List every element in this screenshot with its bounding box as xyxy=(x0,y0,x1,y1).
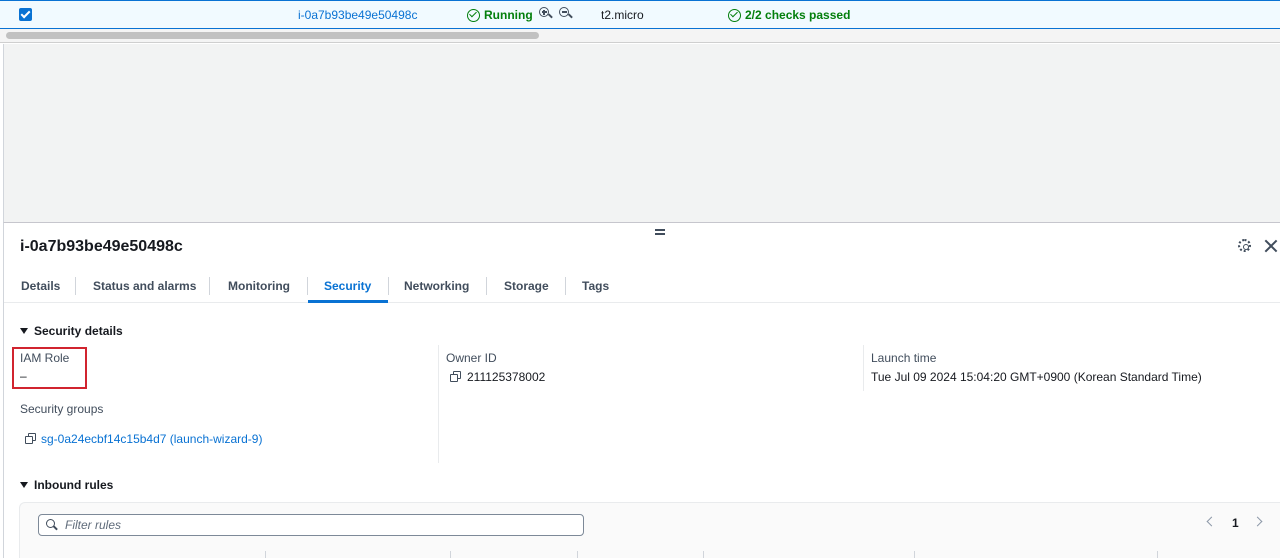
filter-rules-field[interactable] xyxy=(38,514,584,536)
caret-down-icon xyxy=(20,482,28,488)
status-check-label: 2/2 checks passed xyxy=(745,8,851,22)
instance-state: Running xyxy=(467,8,533,22)
detail-tabs: Details Status and alarms Monitoring Sec… xyxy=(4,267,1280,303)
security-details-toggle[interactable]: Security details xyxy=(20,324,123,338)
inbound-rules-table: 1 xyxy=(19,502,1280,558)
check-circle-icon xyxy=(467,8,480,22)
search-icon xyxy=(46,519,58,531)
security-group-link[interactable]: sg-0a24ecbf14c15b4d7 (launch-wizard-9) xyxy=(41,432,262,446)
active-tab-indicator xyxy=(308,300,388,303)
launch-time-value: Tue Jul 09 2024 15:04:20 GMT+0900 (Korea… xyxy=(871,370,1202,384)
caret-down-icon xyxy=(20,328,28,334)
row-checkbox[interactable] xyxy=(19,8,32,21)
tab-details[interactable]: Details xyxy=(21,279,60,293)
tab-tags[interactable]: Tags xyxy=(582,279,609,293)
status-check: 2/2 checks passed xyxy=(728,8,850,22)
panel-resize-handle[interactable] xyxy=(655,229,665,235)
copy-icon[interactable] xyxy=(25,433,36,444)
tab-security[interactable]: Security xyxy=(324,279,371,293)
security-groups-label: Security groups xyxy=(20,402,104,416)
check-circle-icon xyxy=(728,8,741,22)
tab-storage[interactable]: Storage xyxy=(504,279,549,293)
ec2-console: i-0a7b93be49e50498c Running t2.micro 2/2… xyxy=(0,0,1280,558)
security-details-heading: Security details xyxy=(34,324,123,338)
inbound-rules-heading: Inbound rules xyxy=(34,478,114,492)
instance-type: t2.micro xyxy=(601,8,644,22)
tab-monitoring[interactable]: Monitoring xyxy=(228,279,290,293)
chevron-left-icon[interactable] xyxy=(1206,516,1217,527)
owner-id-label: Owner ID xyxy=(446,351,497,365)
inbound-rules-toggle[interactable]: Inbound rules xyxy=(20,478,113,492)
iam-role-value: – xyxy=(20,369,27,383)
page-number[interactable]: 1 xyxy=(1232,516,1239,530)
close-icon[interactable] xyxy=(1264,239,1278,253)
panel-title: i-0a7b93be49e50498c xyxy=(20,238,183,255)
filter-rules-input[interactable] xyxy=(65,517,565,533)
tab-networking[interactable]: Networking xyxy=(404,279,469,293)
tab-status-and-alarms[interactable]: Status and alarms xyxy=(93,279,196,293)
horizontal-scrollbar[interactable] xyxy=(0,29,1280,43)
copy-icon[interactable] xyxy=(450,371,461,382)
zoom-in-icon[interactable] xyxy=(539,7,553,20)
iam-role-label: IAM Role xyxy=(20,351,70,365)
table-empty-area xyxy=(3,44,1280,222)
scrollbar-thumb[interactable] xyxy=(6,32,539,39)
instance-details-panel: i-0a7b93be49e50498c Details Status and a… xyxy=(3,222,1280,558)
table-header xyxy=(20,551,1280,558)
instance-id-link[interactable]: i-0a7b93be49e50498c xyxy=(298,8,417,22)
zoom-out-icon[interactable] xyxy=(559,7,573,20)
instance-table-row[interactable]: i-0a7b93be49e50498c Running t2.micro 2/2… xyxy=(0,0,1280,29)
instance-state-label: Running xyxy=(484,8,533,22)
gear-icon[interactable] xyxy=(1238,239,1251,252)
owner-id-value: 211125378002 xyxy=(467,370,546,384)
launch-time-label: Launch time xyxy=(871,351,937,365)
chevron-right-icon[interactable] xyxy=(1252,516,1263,527)
